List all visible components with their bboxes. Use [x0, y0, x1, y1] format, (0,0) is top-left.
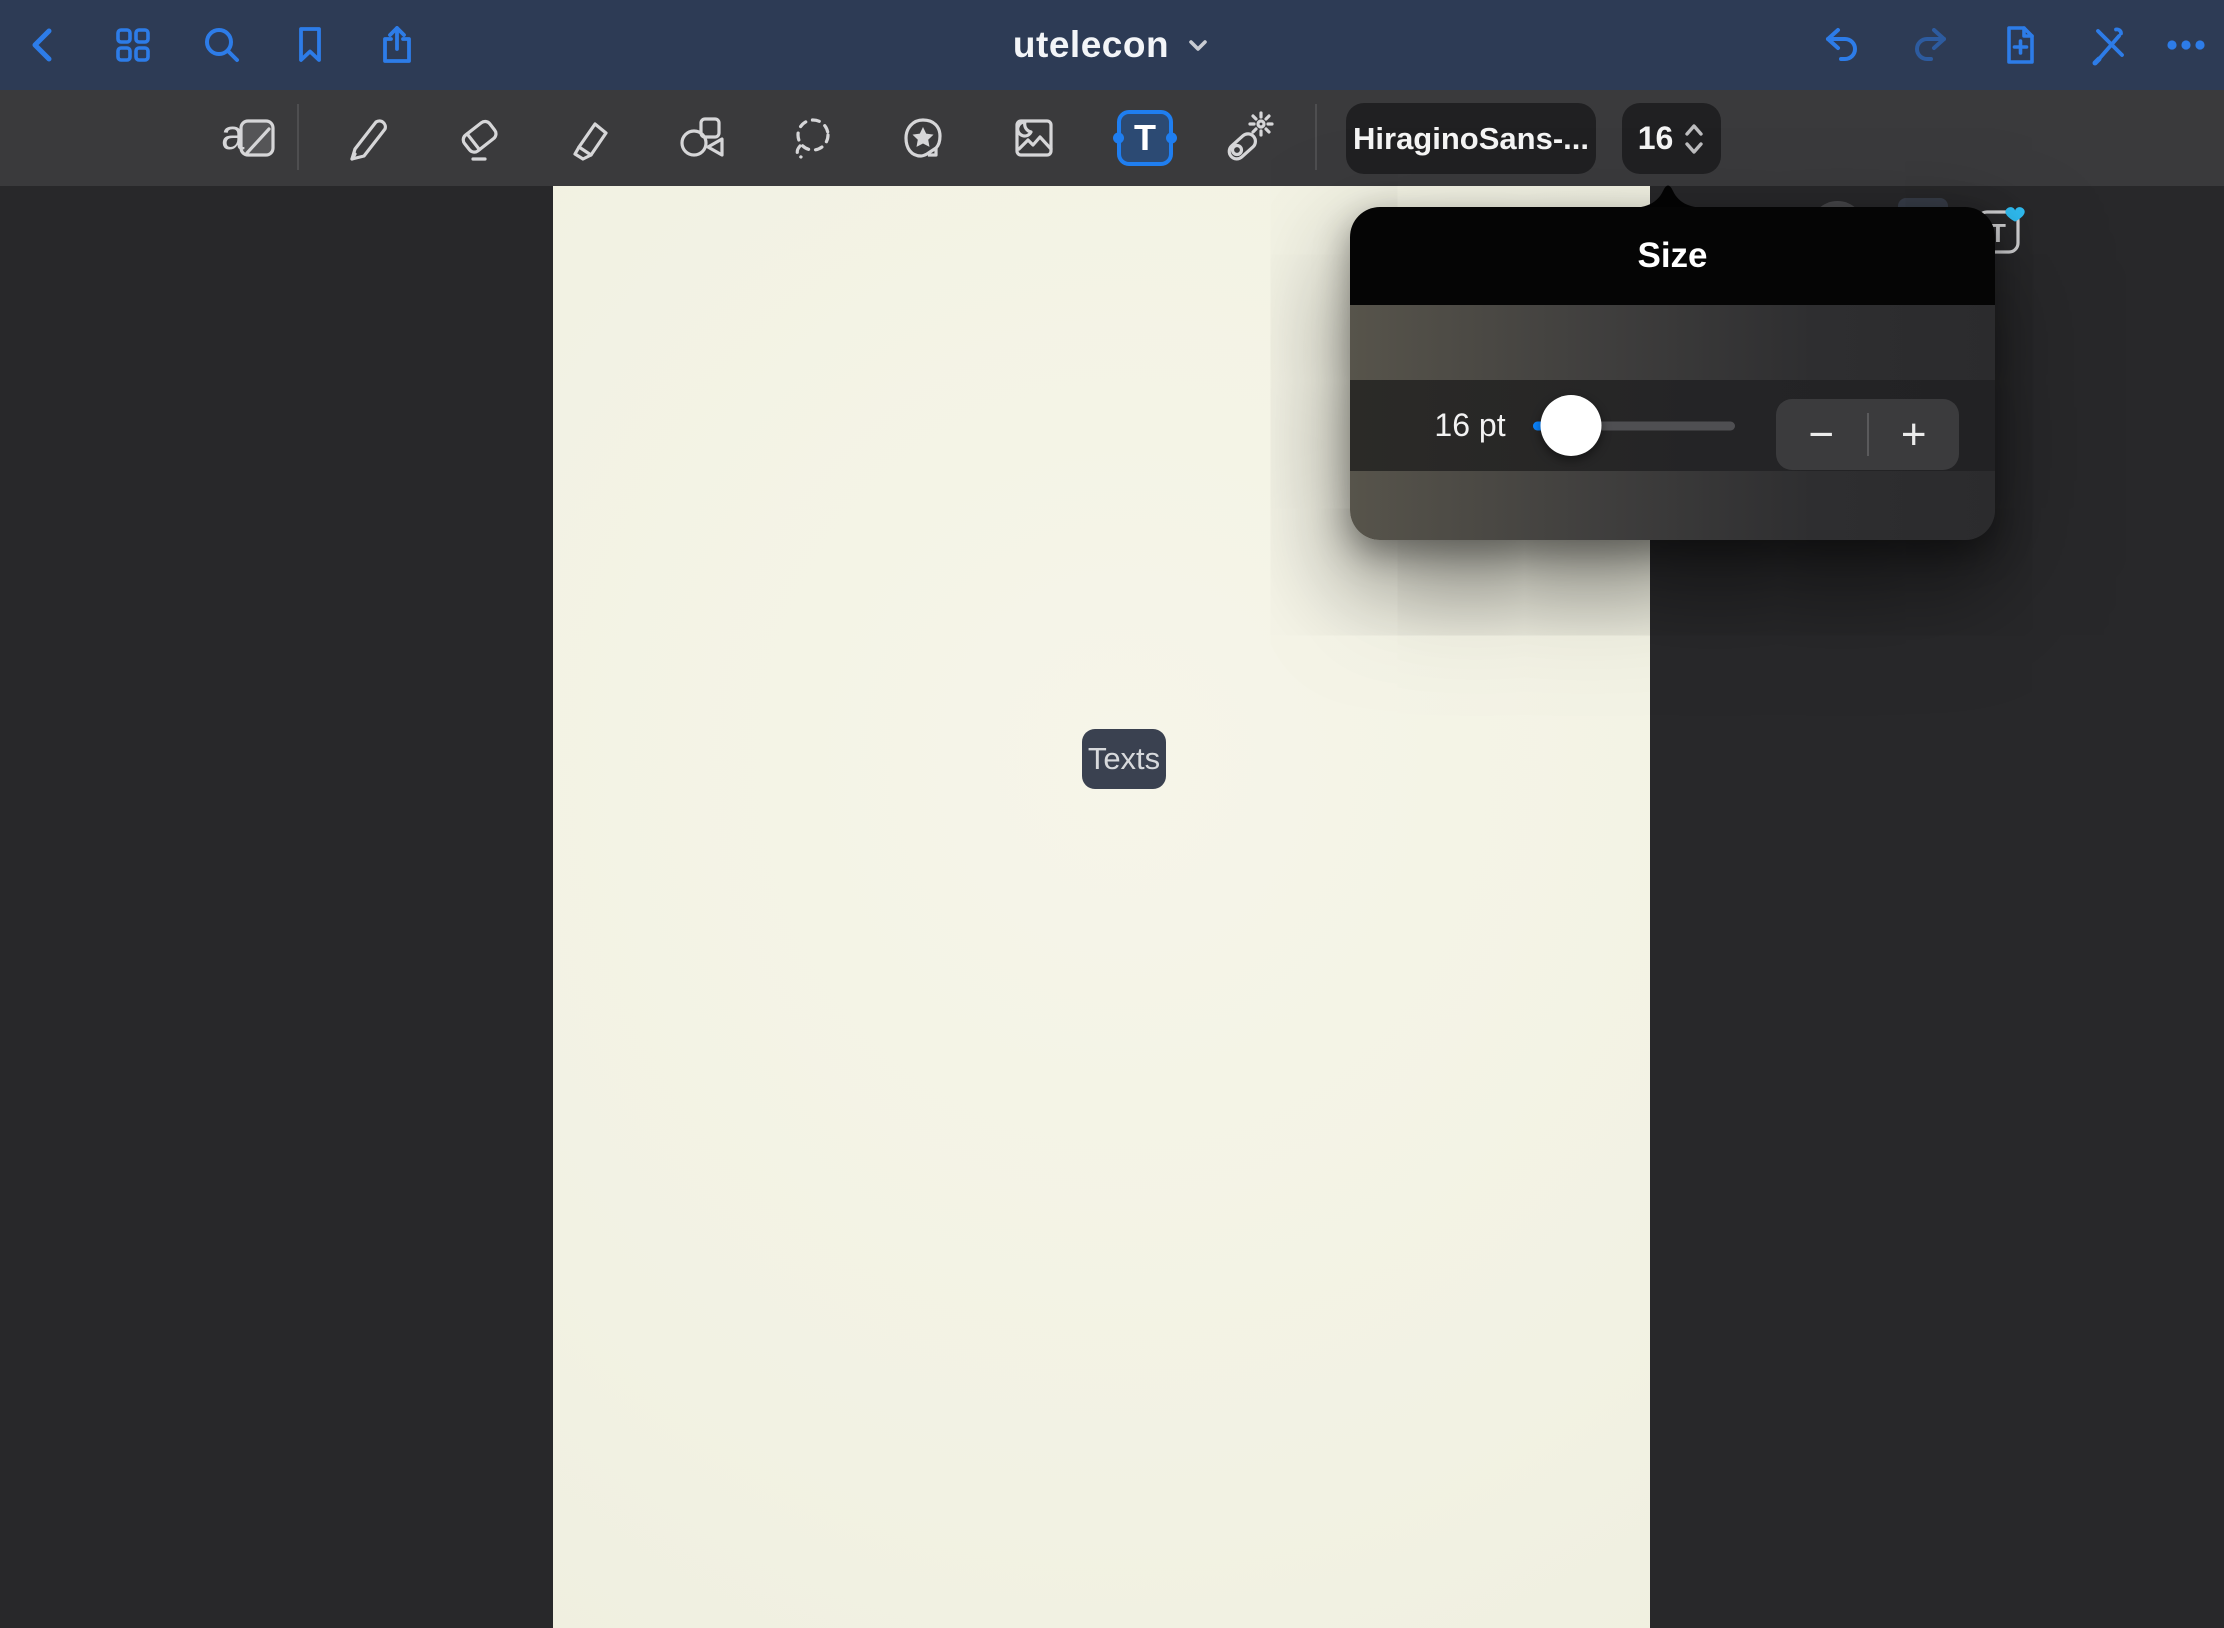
sticker-star-icon	[894, 109, 952, 167]
popover-title: Size	[1637, 236, 1707, 276]
size-value-label: 16 pt	[1400, 380, 1540, 471]
eraser-tool[interactable]	[447, 106, 511, 170]
font-size-button[interactable]: 16	[1622, 103, 1721, 174]
popover-header: Size	[1350, 207, 1995, 305]
laser-pointer-tool[interactable]	[1215, 106, 1279, 170]
bookmark-button[interactable]	[272, 0, 348, 90]
popover-arrow	[1630, 181, 1706, 208]
lasso-tool[interactable]	[780, 106, 844, 170]
bookmark-icon	[287, 22, 333, 68]
shapes-tool[interactable]	[669, 106, 733, 170]
eraser-icon	[450, 109, 508, 167]
add-page-button[interactable]	[1982, 0, 2058, 90]
search-button[interactable]	[184, 0, 260, 90]
grid-view-icon	[110, 22, 156, 68]
toolbar-separator	[297, 104, 299, 170]
more-button[interactable]	[2148, 0, 2224, 90]
photo-icon	[1005, 109, 1063, 167]
ellipsis-icon	[2163, 22, 2209, 68]
navigation-bar: utelecon	[0, 0, 2224, 90]
letter-a-page-icon: a	[224, 109, 282, 167]
shapes-icon	[672, 109, 730, 167]
letter-a-glyph: a	[221, 111, 244, 159]
undo-icon	[1819, 22, 1865, 68]
redo-button[interactable]	[1892, 0, 1968, 90]
highlighter-icon	[561, 109, 619, 167]
size-increase-button[interactable]: +	[1869, 399, 1960, 470]
pen-tool[interactable]	[335, 106, 399, 170]
selection-handle-left	[1113, 133, 1124, 144]
title-chevron-down-icon[interactable]	[1185, 32, 1211, 58]
size-stepper: − +	[1776, 399, 1959, 470]
pen-icon	[338, 109, 396, 167]
size-slider-row: 16 pt − +	[1350, 380, 1995, 471]
share-button[interactable]	[359, 0, 435, 90]
search-icon	[199, 22, 245, 68]
image-tool[interactable]	[1002, 106, 1066, 170]
laser-pointer-icon	[1218, 109, 1276, 167]
app-window: utelecon	[0, 0, 2224, 1628]
add-page-icon	[1997, 22, 2043, 68]
stylus-mode-button[interactable]	[2070, 0, 2146, 90]
size-slider-thumb[interactable]	[1541, 395, 1602, 456]
elements-tool[interactable]	[891, 106, 955, 170]
size-slider-track[interactable]	[1533, 421, 1735, 430]
handwriting-recognition-tool[interactable]: a	[221, 106, 285, 170]
back-chevron-icon	[22, 23, 66, 67]
text-tool-selected[interactable]: T	[1117, 110, 1173, 166]
popover-band-bottom	[1350, 471, 1995, 540]
undo-button[interactable]	[1804, 0, 1880, 90]
heart-icon	[2005, 207, 2024, 221]
selection-handle-right	[1166, 133, 1177, 144]
font-family-label: HiraginoSans-...	[1353, 121, 1589, 157]
chevron-up-down-icon	[1683, 121, 1705, 157]
text-object[interactable]: Texts	[1082, 729, 1166, 789]
size-popover-panel: Size 16 pt − +	[1350, 207, 1995, 540]
toolbar-separator	[1315, 104, 1317, 170]
text-tool-t-glyph: T	[1134, 117, 1156, 159]
text-object-label: Texts	[1088, 741, 1160, 777]
document-title[interactable]: utelecon	[1013, 24, 1169, 66]
font-size-value: 16	[1638, 120, 1674, 157]
tool-bar: a	[0, 90, 2224, 186]
pencil-x-icon	[2085, 22, 2131, 68]
highlighter-tool[interactable]	[558, 106, 622, 170]
back-button[interactable]	[6, 0, 82, 90]
size-decrease-button[interactable]: −	[1776, 399, 1867, 470]
share-icon	[374, 22, 420, 68]
font-family-button[interactable]: HiraginoSans-...	[1346, 103, 1596, 174]
lasso-icon	[783, 109, 841, 167]
redo-icon	[1907, 22, 1953, 68]
thumbnails-button[interactable]	[95, 0, 171, 90]
popover-band-top	[1350, 305, 1995, 380]
